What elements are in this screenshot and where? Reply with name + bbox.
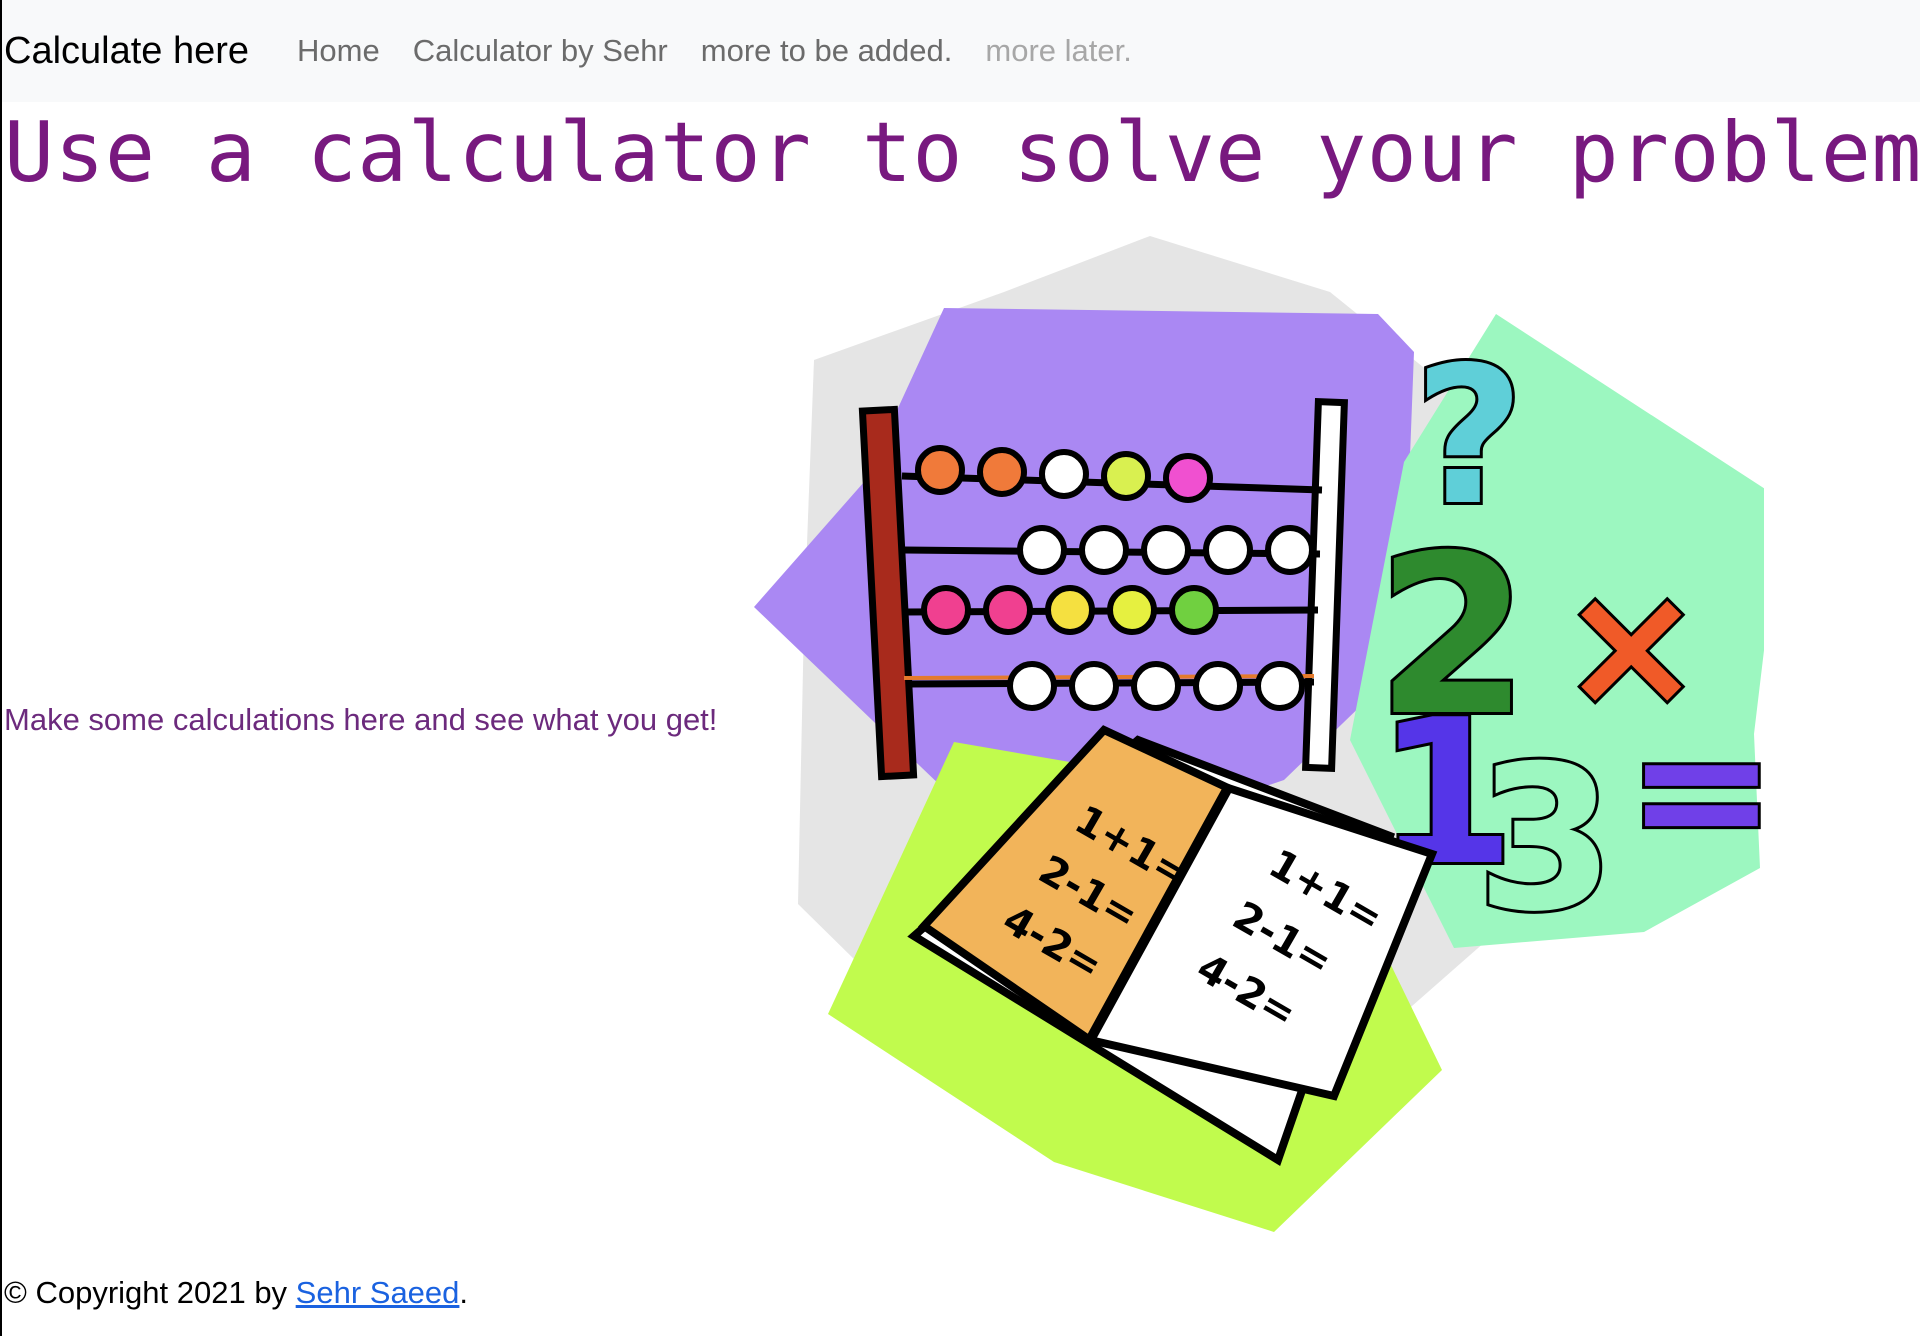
nav-link-calculator[interactable]: Calculator by Sehr <box>413 33 668 69</box>
footer: © Copyright 2021 by Sehr Saeed. <box>4 1275 468 1311</box>
footer-author-link[interactable]: Sehr Saeed <box>296 1275 460 1310</box>
nav-link-more-later: more later. <box>985 33 1132 68</box>
navbar-brand[interactable]: Calculate here <box>4 30 249 73</box>
footer-period: . <box>459 1275 469 1310</box>
tagline: Make some calculations here and see what… <box>4 702 718 737</box>
page: Calculate here Home Calculator by Sehr m… <box>0 0 1920 1336</box>
math-clipart-image: ? 2 × 1 3 = 1+1= 2-1= 4-2= 1+1= 2-1= 4-2… <box>754 236 1764 1232</box>
page-title: Use a calculator to solve your problems <box>4 104 1920 201</box>
equals-symbol: = <box>1626 686 1764 895</box>
nav-link-home[interactable]: Home <box>297 33 380 69</box>
nav-link-more-to-be-added[interactable]: more to be added. <box>701 33 953 69</box>
footer-copyright: © Copyright 2021 by <box>4 1275 296 1310</box>
navbar: Calculate here Home Calculator by Sehr m… <box>2 0 1920 102</box>
three-symbol: 3 <box>1476 723 1615 956</box>
